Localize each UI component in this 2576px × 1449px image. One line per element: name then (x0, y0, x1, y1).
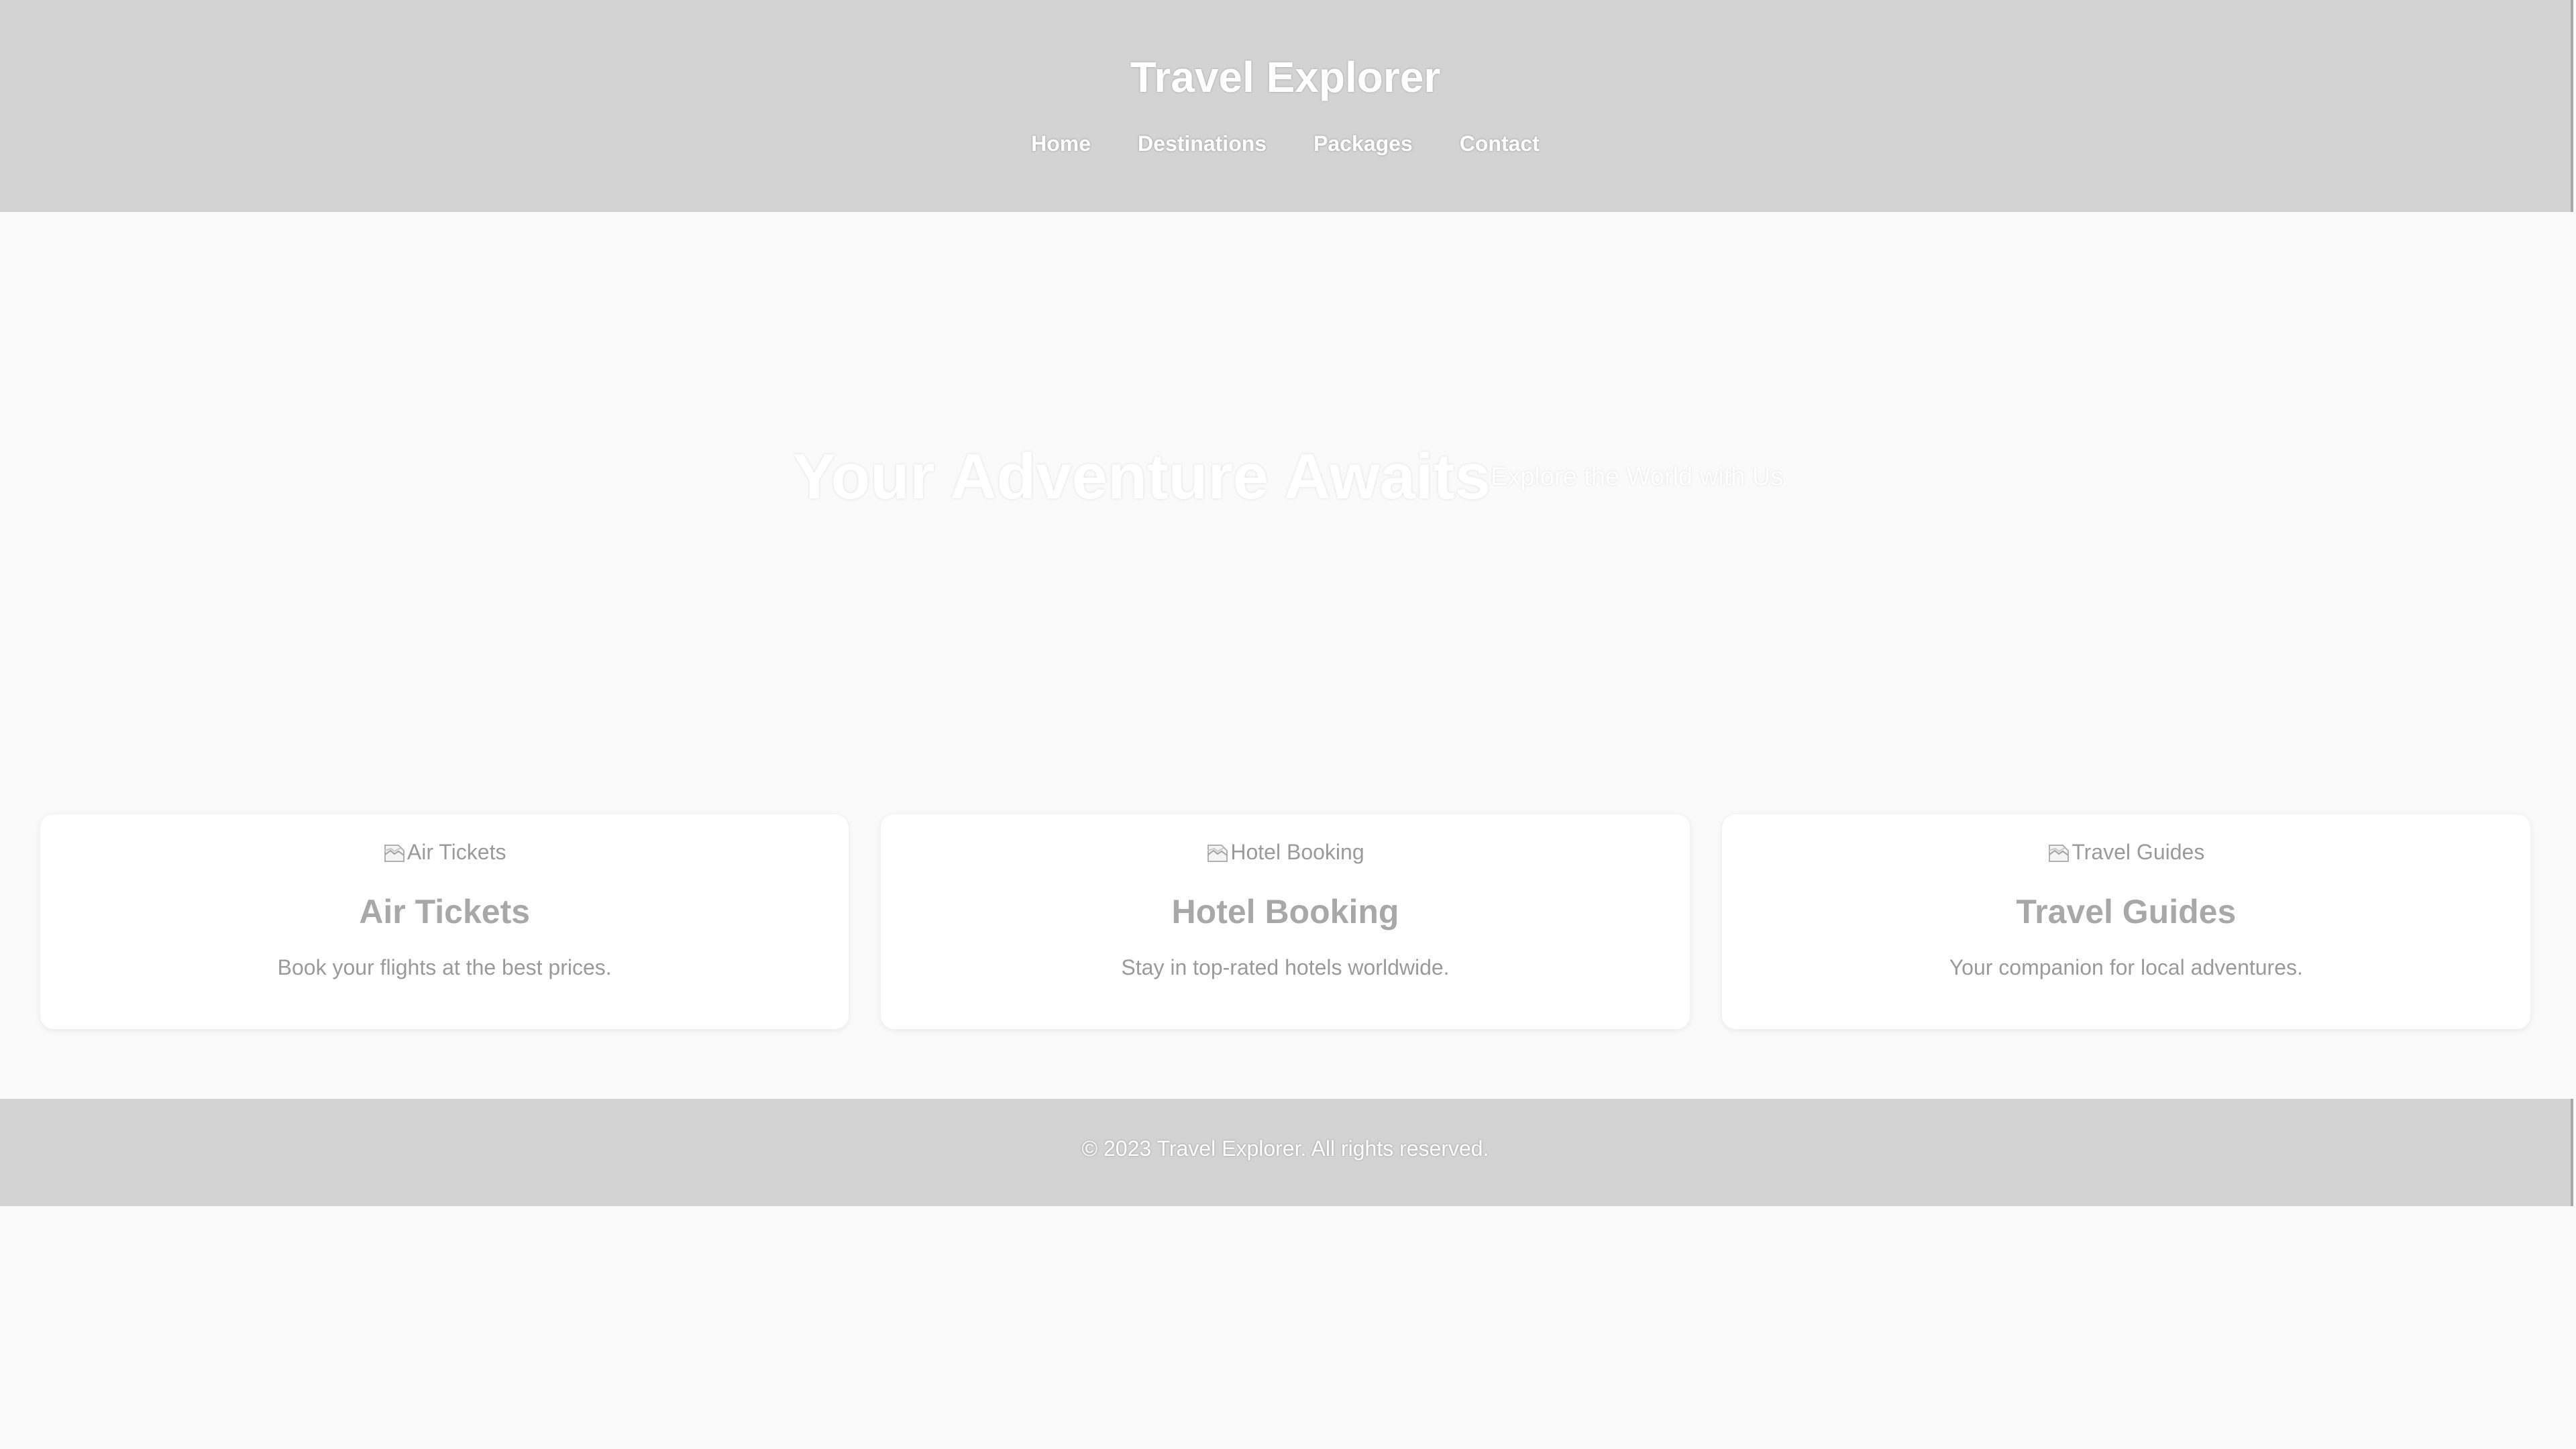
card-description: Stay in top-rated hotels worldwide. (1121, 955, 1450, 979)
nav-link-home[interactable]: Home (1031, 131, 1091, 156)
nav-link-packages[interactable]: Packages (1313, 131, 1413, 156)
card-image-alt: Hotel Booking (1230, 840, 1364, 864)
card-description: Book your flights at the best prices. (277, 955, 612, 979)
hero-title: Your Adventure Awaits (792, 441, 1491, 513)
nav-link-destinations[interactable]: Destinations (1138, 131, 1267, 156)
broken-image-icon (1206, 841, 1229, 864)
hero-content: Your Adventure Awaits Explore the World … (0, 440, 2576, 514)
services-section: Air Tickets Air Tickets Book your flight… (40, 814, 2530, 1029)
copyright-text: © 2023 Travel Explorer. All rights reser… (1081, 1136, 1489, 1161)
main-nav: Home Destinations Packages Contact (0, 131, 2571, 156)
card-description: Your companion for local adventures. (1949, 955, 2303, 979)
card-image-alt: Travel Guides (2072, 840, 2205, 864)
site-title: Travel Explorer (1130, 53, 1441, 101)
site-header: Travel Explorer Home Destinations Packag… (0, 0, 2573, 212)
broken-image-icon (2047, 841, 2070, 864)
card-title: Travel Guides (2016, 893, 2237, 930)
service-card-travel-guides: Travel Guides Travel Guides Your compani… (1721, 814, 2530, 1029)
site-footer: © 2023 Travel Explorer. All rights reser… (0, 1099, 2573, 1206)
card-image: Air Tickets (40, 840, 849, 865)
broken-image-icon (383, 841, 406, 864)
card-image-alt: Air Tickets (407, 840, 506, 864)
hero-subtitle: Explore the World with Us (1490, 462, 1784, 491)
card-title: Air Tickets (359, 893, 531, 930)
hero-section: Your Adventure Awaits Explore the World … (0, 212, 2576, 816)
card-title: Hotel Booking (1171, 893, 1399, 930)
service-card-hotel-booking: Hotel Booking Hotel Booking Stay in top-… (881, 814, 1690, 1029)
card-image: Hotel Booking (881, 840, 1689, 865)
service-card-air-tickets: Air Tickets Air Tickets Book your flight… (40, 814, 849, 1029)
nav-link-contact[interactable]: Contact (1460, 131, 1540, 156)
card-image: Travel Guides (1722, 840, 2530, 865)
